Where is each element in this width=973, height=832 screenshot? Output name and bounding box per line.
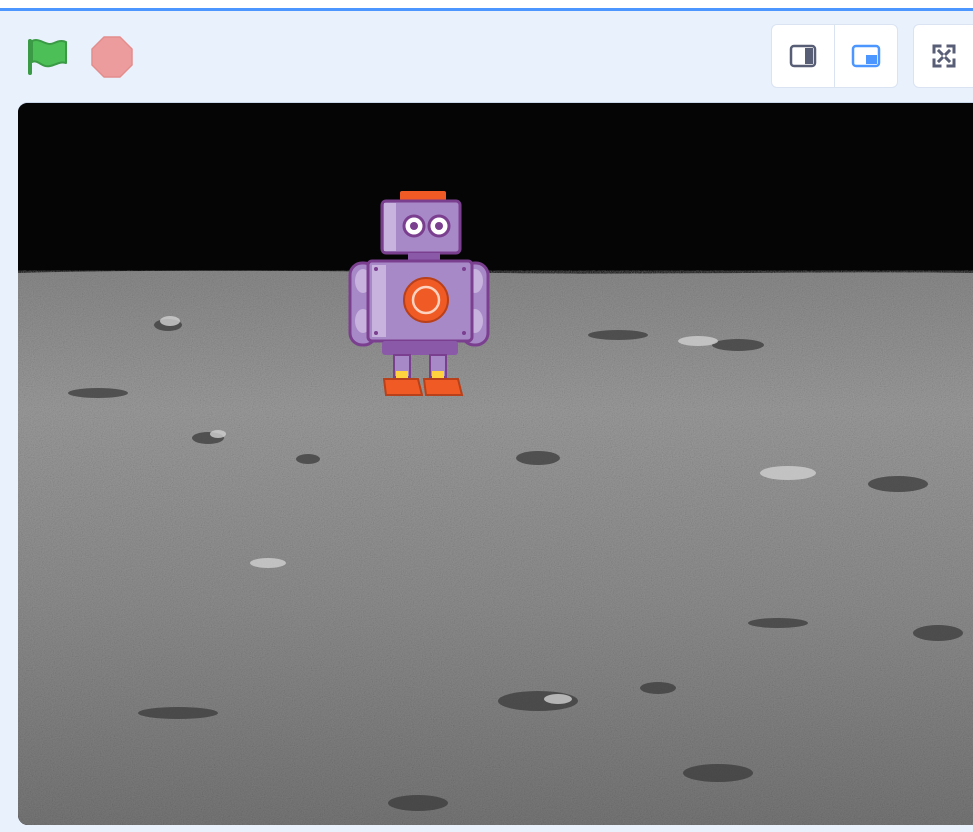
- small-stage-button[interactable]: [771, 24, 835, 88]
- normal-stage-button[interactable]: [834, 24, 898, 88]
- stop-sign-icon: [91, 36, 133, 78]
- stage-header: [0, 11, 973, 103]
- top-strip: [0, 0, 973, 8]
- green-flag-button[interactable]: [22, 35, 74, 79]
- stage-canvas[interactable]: [18, 102, 973, 825]
- green-flag-icon: [28, 39, 67, 75]
- small-stage-icon: [789, 44, 817, 68]
- moon-backdrop: [18, 103, 973, 825]
- fullscreen-button[interactable]: [913, 24, 973, 88]
- normal-stage-icon: [851, 44, 881, 68]
- stop-button[interactable]: [88, 35, 136, 79]
- stage-size-controls: [771, 24, 973, 90]
- fullscreen-icon: [932, 44, 956, 68]
